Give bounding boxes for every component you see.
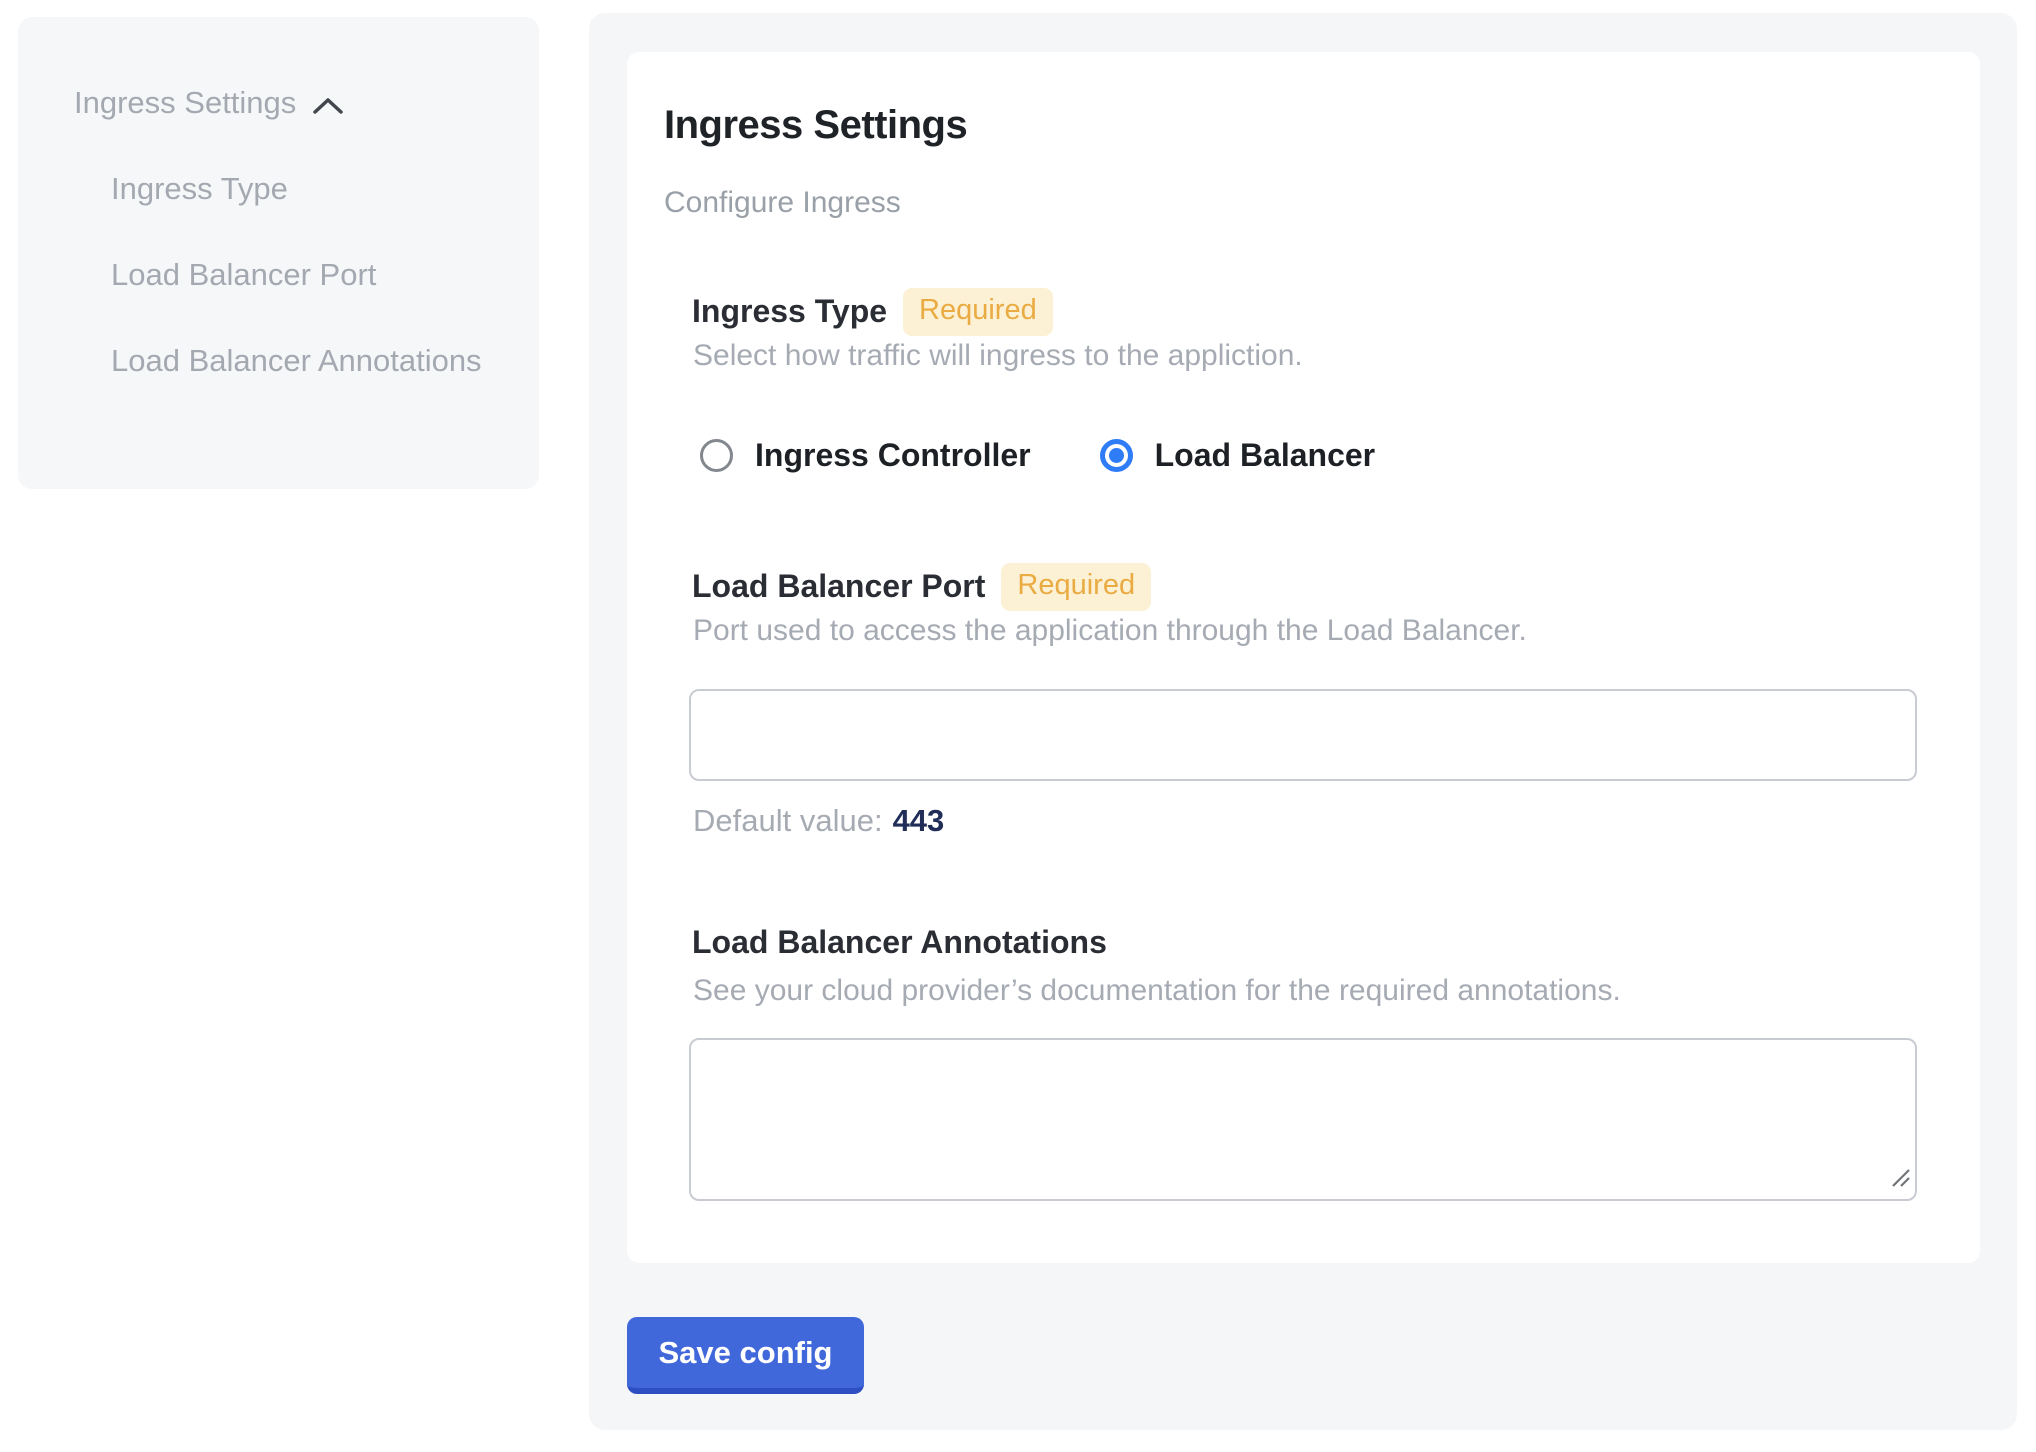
lb-annotations-textarea[interactable] — [689, 1038, 1917, 1201]
lb-port-default-line: Default value: 443 — [693, 802, 944, 841]
page-subtitle: Configure Ingress — [664, 185, 901, 221]
radio-option-ingress-controller[interactable]: Ingress Controller — [700, 437, 1031, 474]
radio-button-icon[interactable] — [700, 439, 733, 472]
ingress-type-heading: Ingress Type — [692, 293, 887, 330]
required-badge: Required — [1001, 563, 1151, 611]
sidebar-item-load-balancer-annotations[interactable]: Load Balancer Annotations — [111, 333, 491, 389]
ingress-type-description: Select how traffic will ingress to the a… — [693, 337, 1303, 375]
ingress-type-heading-row: Ingress Type Required — [692, 288, 1053, 336]
sidebar-section-ingress-settings[interactable]: Ingress Settings — [74, 83, 344, 123]
lb-port-heading-row: Load Balancer Port Required — [692, 563, 1151, 611]
lb-annotations-heading-row: Load Balancer Annotations — [692, 924, 1107, 961]
lb-annotations-description: See your cloud provider’s documentation … — [693, 972, 1621, 1010]
lb-annotations-textarea-wrap — [689, 1038, 1917, 1201]
required-badge: Required — [903, 288, 1053, 336]
page-title: Ingress Settings — [664, 101, 967, 149]
ingress-type-radio-group: Ingress Controller Load Balancer — [700, 437, 1375, 474]
save-config-button[interactable]: Save config — [627, 1317, 864, 1394]
radio-label: Load Balancer — [1155, 437, 1376, 474]
lb-annotations-heading: Load Balancer Annotations — [692, 924, 1107, 961]
radio-button-icon[interactable] — [1100, 439, 1133, 472]
default-value-label: Default value: — [693, 803, 883, 838]
ingress-settings-card: Ingress Settings Configure Ingress Ingre… — [627, 52, 1980, 1263]
lb-port-heading: Load Balancer Port — [692, 568, 985, 605]
sidebar-item-load-balancer-port[interactable]: Load Balancer Port — [111, 247, 491, 303]
default-value: 443 — [893, 803, 945, 838]
sidebar-subsection-list: Ingress Type Load Balancer Port Load Bal… — [111, 161, 491, 419]
chevron-up-icon — [312, 87, 344, 123]
ingress-settings-panel: Ingress Settings Configure Ingress Ingre… — [589, 13, 2017, 1430]
sidebar-section-label: Ingress Settings — [74, 85, 296, 121]
radio-option-load-balancer[interactable]: Load Balancer — [1100, 437, 1376, 474]
settings-sidebar: Ingress Settings Ingress Type Load Balan… — [18, 17, 539, 489]
lb-port-description: Port used to access the application thro… — [693, 612, 1527, 650]
radio-label: Ingress Controller — [755, 437, 1031, 474]
lb-port-input[interactable] — [689, 689, 1917, 781]
sidebar-item-ingress-type[interactable]: Ingress Type — [111, 161, 491, 217]
